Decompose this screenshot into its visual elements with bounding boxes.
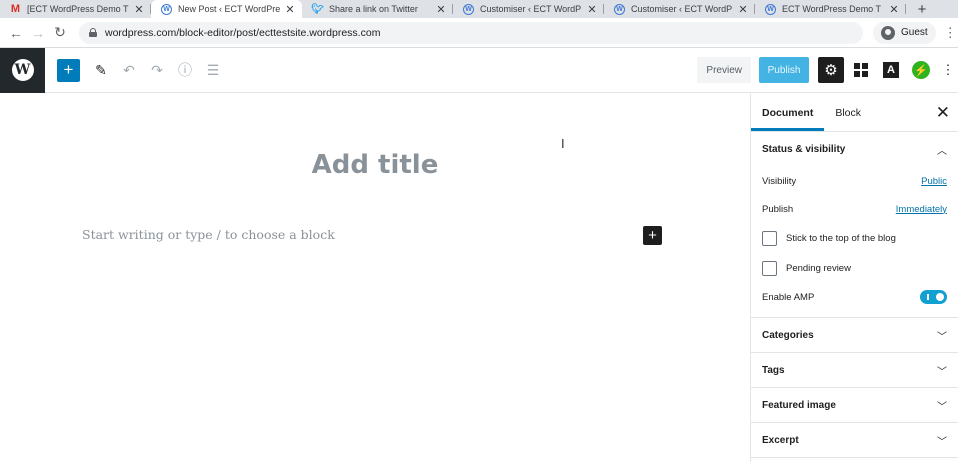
chevron-down-icon: ﹀ [937,366,947,378]
forward-arrow-icon[interactable]: → [27,25,49,41]
panel-title: Excerpt [762,434,799,446]
publish-row: Publish Immediately [751,195,958,223]
avatar-icon [881,25,895,40]
chevron-down-icon: ﹀ [937,401,947,413]
sticky-checkbox-row[interactable]: Stick to the top of the blog [751,223,958,253]
publish-date-link[interactable]: Immediately [896,204,947,215]
tab-close-icon[interactable]: ✕ [737,3,749,16]
post-title-input[interactable]: Add title [0,150,750,180]
grid-icon [854,63,868,77]
wordpress-icon: W [614,3,625,15]
reload-icon[interactable]: ↻ [49,24,71,41]
profile-label: Guest [901,27,928,38]
chevron-up-icon: ︿ [937,146,947,157]
publish-button[interactable]: Publish [759,57,809,83]
twitter-icon: 🐦︎ [311,3,324,15]
amp-label: Enable AMP [762,291,815,303]
editor-toolbar: W + ✎ ↶ ↷ ⓘ ☰ Preview Publish ⚙ A ⚡ ⋮ [0,47,958,93]
address-bar[interactable]: wordpress.com/block-editor/post/ecttests… [79,21,863,44]
wordpress-logo-icon: W [11,59,34,81]
amp-row: Enable AMP [751,283,958,311]
tab-close-icon[interactable]: ✕ [435,3,447,16]
visibility-row: Visibility Public [751,167,958,195]
add-block-button[interactable]: + [57,58,80,82]
back-arrow-icon[interactable]: ← [5,25,27,41]
tab-close-icon[interactable]: ✕ [888,3,900,16]
browser-tab[interactable]: 🐦︎ Share a link on Twitter ✕ [302,0,453,18]
tab-block[interactable]: Block [824,94,872,131]
browser-tab-strip: M [ECT WordPress Demo T ✕ W New Post ‹ E… [0,0,958,18]
lock-icon [89,28,97,37]
preview-button[interactable]: Preview [697,57,751,83]
tab-title: Share a link on Twitter [329,4,418,14]
browser-tab[interactable]: W Customiser ‹ ECT WordP ✕ [604,0,755,18]
url-text: wordpress.com/block-editor/post/ecttests… [105,26,381,39]
browser-address-row: ← → ↻ wordpress.com/block-editor/post/ec… [0,18,958,48]
wordpress-logo-button[interactable]: W [0,47,45,93]
tab-close-icon[interactable]: ✕ [133,3,145,16]
jetpack-button[interactable]: ⚡ [908,57,934,83]
tags-panel-header[interactable]: Tags ﹀ [751,353,958,388]
categories-panel-header[interactable]: Categories ﹀ [751,318,958,353]
sticky-label: Stick to the top of the blog [786,232,896,244]
info-icon[interactable]: ⓘ [172,60,198,80]
tab-close-icon[interactable]: ✕ [586,3,598,16]
tools-pencil-icon[interactable]: ✎ [88,62,114,79]
gmail-icon: M [10,3,21,15]
wordpress-icon: W [161,3,172,15]
settings-sidebar: Document Block ✕ Status & visibility ︿ V… [750,94,958,462]
excerpt-panel-header[interactable]: Excerpt ﹀ [751,423,958,458]
jetpack-bolt-icon: ⚡ [912,61,930,79]
chevron-down-icon: ﹀ [937,436,947,448]
browser-tab[interactable]: W ECT WordPress Demo T ✕ [755,0,906,18]
block-navigation-icon[interactable]: ☰ [200,62,226,79]
panel-title: Status & visibility [762,144,846,155]
sidebar-tabs: Document Block ✕ [751,94,958,132]
visibility-label: Visibility [762,175,797,187]
settings-gear-icon[interactable]: ⚙ [818,57,844,83]
browser-menu-icon[interactable]: ⋮ [944,25,957,41]
tab-title: Customiser ‹ ECT WordP [480,4,582,14]
new-tab-button[interactable]: + [910,0,934,18]
tab-title: New Post ‹ ECT WordPre [178,4,281,14]
panel-title: Featured image [762,399,836,411]
more-options-icon[interactable]: ⋮ [938,62,958,78]
browser-tab[interactable]: W Customiser ‹ ECT WordP ✕ [453,0,604,18]
pending-review-checkbox[interactable] [762,260,777,276]
undo-icon[interactable]: ↶ [116,62,142,79]
status-visibility-panel-header[interactable]: Status & visibility ︿ [751,132,958,167]
pending-review-label: Pending review [786,262,851,274]
inline-add-block-button[interactable]: + [643,226,662,245]
block-library-button[interactable] [848,57,874,83]
featured-image-panel-header[interactable]: Featured image ﹀ [751,388,958,423]
tab-title: [ECT WordPress Demo T [27,4,129,14]
panel-title: Tags [762,364,785,376]
tab-close-icon[interactable]: ✕ [284,3,296,16]
chevron-down-icon: ﹀ [937,331,947,343]
body-block-placeholder[interactable]: Start writing or type / to choose a bloc… [82,227,335,242]
tab-title: ECT WordPress Demo T [782,4,882,14]
visibility-link[interactable]: Public [921,176,947,187]
publish-label: Publish [762,203,794,215]
wordpress-icon: W [463,3,474,15]
sticky-checkbox[interactable] [762,230,777,246]
status-visibility-panel-body: Visibility Public Publish Immediately St… [751,167,958,318]
wordpress-icon: W [765,3,776,15]
pending-review-checkbox-row[interactable]: Pending review [751,253,958,283]
tab-title: Customiser ‹ ECT WordP [631,4,733,14]
tab-document[interactable]: Document [751,94,824,131]
panel-title: Categories [762,329,814,341]
amp-icon: A [883,62,899,78]
redo-icon[interactable]: ↷ [144,62,170,79]
browser-tab[interactable]: M [ECT WordPress Demo T ✕ [0,0,151,18]
editor-canvas: Add title I Start writing or type / to c… [0,94,750,462]
profile-button[interactable]: Guest [873,21,936,44]
amp-toggle[interactable] [920,290,947,304]
close-icon[interactable]: ✕ [936,103,950,123]
browser-tab-active[interactable]: W New Post ‹ ECT WordPre ✕ [151,0,302,18]
amp-button[interactable]: A [878,57,904,83]
text-cursor-icon: I [561,136,565,151]
